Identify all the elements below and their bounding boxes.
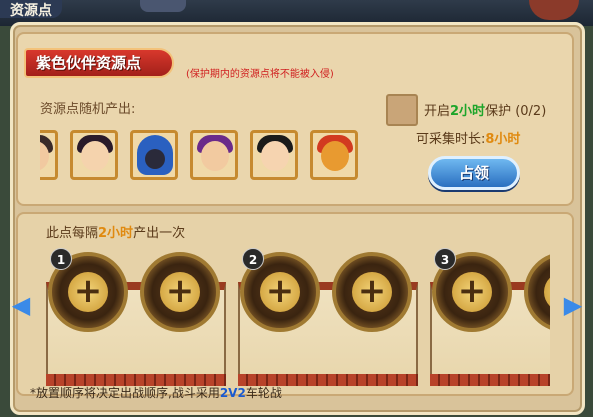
protect-hours: 2小时 [450, 104, 486, 119]
hero-portrait-icon[interactable] [190, 130, 238, 180]
production-hours: 2小时 [98, 226, 134, 241]
plus-icon: + [452, 272, 492, 312]
footer-suffix: 车轮战 [245, 386, 282, 400]
plus-icon: + [260, 272, 300, 312]
plus-icon: + [544, 272, 550, 312]
arrow-left-icon[interactable]: ◀ [10, 290, 32, 320]
protect-prefix: 开启 [424, 104, 451, 119]
production-suffix: 产出一次 [133, 226, 186, 241]
top-title: 资源点 [0, 0, 62, 19]
hero-portrait-icon[interactable] [70, 130, 118, 180]
top-tab[interactable] [140, 0, 186, 12]
production-prefix: 此点每隔 [46, 226, 99, 241]
random-output-label: 资源点随机产出: [40, 102, 136, 117]
portrait-row [40, 130, 360, 186]
footer-prefix: *放置顺序将决定出战顺序,战斗采用 [30, 386, 220, 400]
slot-strip: + + 1 + + 2 + + 3 [40, 246, 550, 386]
arrow-right-icon[interactable]: ▶ [562, 290, 584, 320]
panel-title-banner: 紫色伙伴资源点 [24, 48, 174, 78]
plus-icon: + [68, 272, 108, 312]
slot-group: + + 2 [232, 246, 418, 386]
add-hero-slot[interactable]: + [332, 252, 412, 332]
add-hero-slot[interactable]: + [140, 252, 220, 332]
footer-note: *放置顺序将决定出战顺序,战斗采用2V2车轮战 [30, 384, 282, 401]
production-interval: 此点每隔2小时产出一次 [46, 222, 185, 241]
partial-hero-portrait-icon[interactable] [40, 130, 58, 180]
plus-icon: + [352, 272, 392, 312]
collect-duration: 可采集时长:8小时 [416, 128, 520, 147]
slot-group: + + 3 [424, 246, 550, 386]
footer-mode: 2V2 [219, 386, 246, 400]
collect-label: 可采集时长: [416, 132, 486, 147]
slot-number: 1 [50, 248, 72, 270]
slot-fringe [430, 374, 550, 386]
occupy-button[interactable]: 占领 [428, 156, 520, 190]
protect-checkbox[interactable] [386, 94, 418, 126]
dragon-portrait-icon[interactable] [310, 130, 358, 180]
top-right-ornament [529, 0, 579, 20]
hooded-hero-portrait-icon[interactable] [130, 130, 178, 180]
slot-number: 3 [434, 248, 456, 270]
plus-icon: + [160, 272, 200, 312]
hero-portrait-icon[interactable] [250, 130, 298, 180]
collect-value: 8小时 [485, 132, 521, 147]
protect-suffix: 保护 (0/2) [485, 104, 547, 119]
protect-note: (保护期内的资源点将不能被入侵) [186, 69, 334, 80]
slot-group: + + 1 [40, 246, 226, 386]
protect-label: 开启2小时保护 (0/2) [424, 100, 546, 119]
slot-number: 2 [242, 248, 264, 270]
